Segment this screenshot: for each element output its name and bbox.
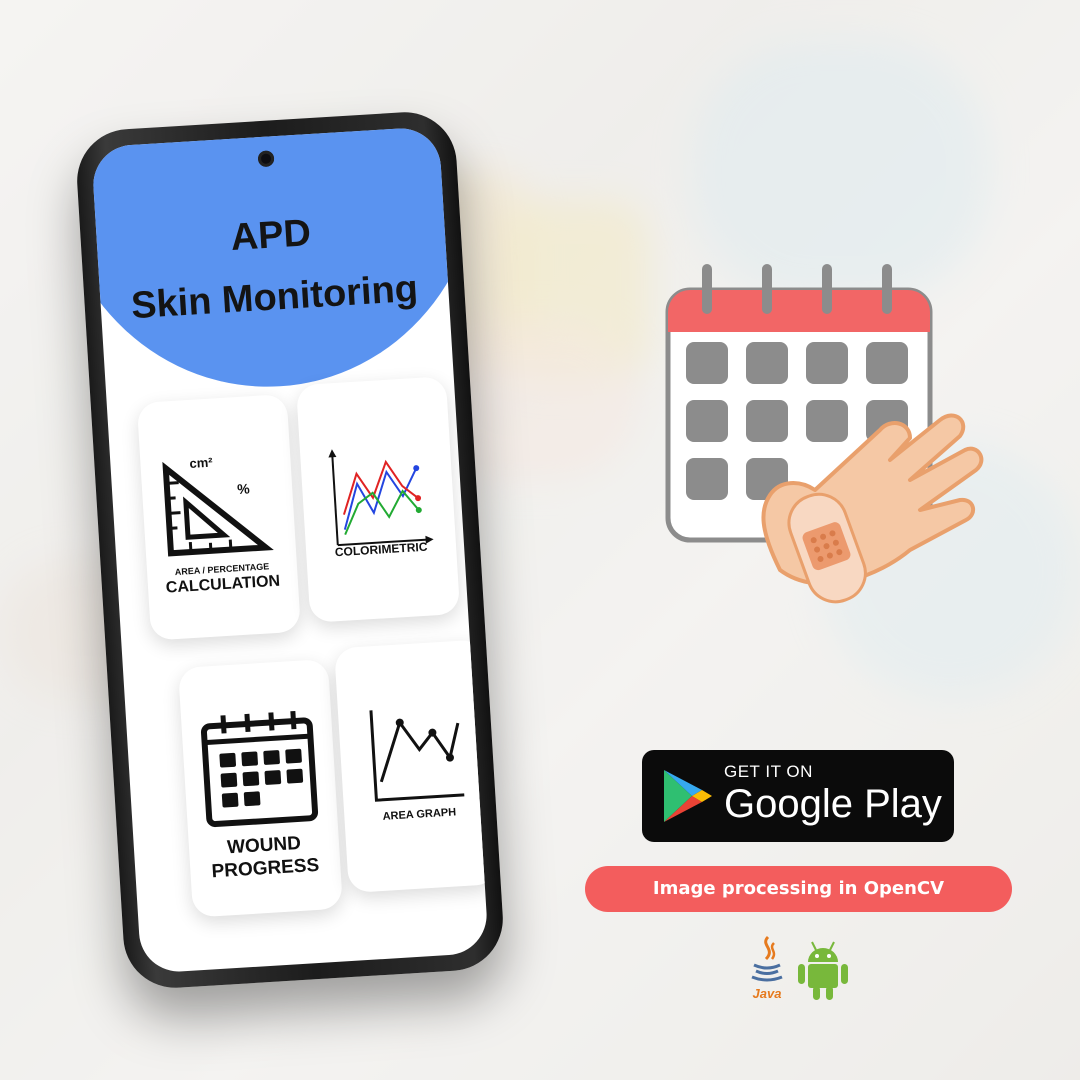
google-play-label: Google Play: [724, 782, 942, 826]
phone-screen: APD Skin Monitoring cm² % AREA / PERCENT…: [91, 126, 489, 974]
colorimetric-card[interactable]: COLORIMETRIC: [295, 376, 461, 623]
opencv-tagline: Image processing in OpenCV: [585, 866, 1012, 912]
phone-mockup: APD Skin Monitoring cm² % AREA / PERCENT…: [74, 109, 506, 991]
triangle-ruler-icon: cm² %: [162, 455, 274, 557]
get-it-on-label: GET IT ON: [724, 762, 813, 781]
area-graph-card[interactable]: AREA GRAPH: [334, 639, 489, 894]
percent-label: %: [237, 480, 251, 497]
calendar-icon: [200, 710, 319, 828]
calendar-with-hand-illustration: [665, 264, 984, 604]
line-graph-icon: [369, 710, 465, 802]
google-play-icon: [664, 770, 712, 822]
multi-line-chart-icon: [328, 449, 434, 547]
java-label: Java: [752, 986, 782, 1001]
android-robot-icon: [798, 941, 848, 1000]
cm-squared-label: cm²: [189, 455, 214, 471]
area-calculation-card[interactable]: cm² % AREA / PERCENTAGE CALCULATION: [136, 393, 301, 641]
area-graph-label: AREA GRAPH: [382, 806, 457, 823]
google-play-badge[interactable]: GET IT ON Google Play: [642, 750, 954, 842]
wound-progress-card[interactable]: WOUND PROGRESS: [177, 658, 343, 918]
